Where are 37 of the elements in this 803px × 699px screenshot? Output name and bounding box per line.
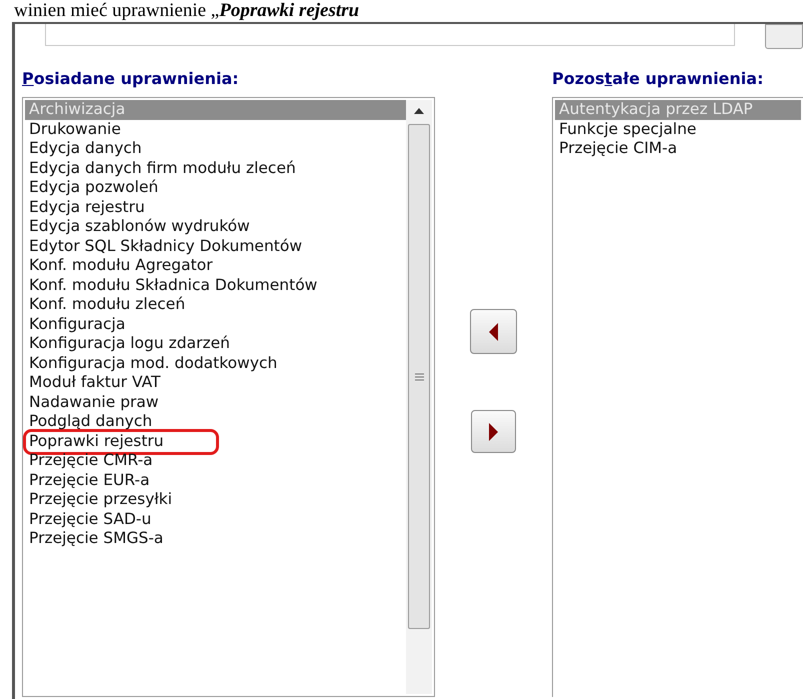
move-right-button[interactable]: [471, 410, 516, 453]
list-item[interactable]: Funkcje specjalne: [555, 120, 801, 139]
list-item[interactable]: Poprawki rejestru: [25, 432, 406, 451]
list-item[interactable]: Drukowanie: [25, 120, 406, 139]
list-item[interactable]: Moduł faktur VAT: [25, 373, 406, 392]
list-label: Pozostałe uprawnienia:: [552, 68, 764, 90]
list-item[interactable]: Przejęcie EUR-a: [25, 470, 406, 490]
list-item[interactable]: Konf. modułu Agregator: [25, 256, 406, 276]
list-item[interactable]: Edycja pozwoleń: [25, 178, 406, 198]
list-item[interactable]: Konfiguracja mod. dodatkowych: [25, 354, 406, 373]
list-item[interactable]: Nadawanie praw: [25, 392, 406, 412]
grip-icon: [414, 372, 424, 380]
side-button[interactable]: [764, 24, 803, 49]
scroll-up-icon[interactable]: [414, 108, 424, 114]
scroll-thumb[interactable]: [408, 124, 430, 629]
list-item[interactable]: Edycja danych: [25, 139, 406, 158]
list-item[interactable]: Konf. modułu zleceń: [25, 295, 406, 314]
list-item[interactable]: Edycja danych firm modułu zleceń: [25, 158, 406, 178]
move-left-button[interactable]: [470, 309, 517, 354]
scrollbar[interactable]: [406, 100, 432, 694]
document-text: winien mieć uprawnienie „Poprawki rejestru: [13, 0, 360, 22]
list-item[interactable]: Przejęcie SMGS-a: [25, 529, 406, 548]
left-triangle-icon: [489, 322, 498, 340]
list-item[interactable]: Przejęcie CMR-a: [25, 451, 406, 470]
list-item[interactable]: Przejęcie CIM-a: [555, 139, 801, 158]
list-item[interactable]: Przejęcie SAD-u: [25, 510, 406, 529]
list-item[interactable]: Edycja rejestru: [25, 198, 406, 217]
right-triangle-icon: [489, 422, 498, 440]
list-label: Posiadane uprawnienia:: [22, 68, 240, 90]
list-item[interactable]: Przejęcie przesyłki: [25, 490, 406, 510]
list-item[interactable]: Konfiguracja logu zdarzeń: [25, 334, 406, 354]
list-item[interactable]: Edycja szablonów wydruków: [25, 217, 406, 236]
list-item[interactable]: Konf. modułu Składnica Dokumentów: [25, 276, 406, 295]
list-item[interactable]: Konfiguracja: [25, 314, 406, 334]
text-field[interactable]: [45, 24, 735, 46]
list-item[interactable]: Edytor SQL Składnicy Dokumentów: [25, 236, 406, 256]
list-item[interactable]: Podgląd danych: [25, 412, 406, 432]
